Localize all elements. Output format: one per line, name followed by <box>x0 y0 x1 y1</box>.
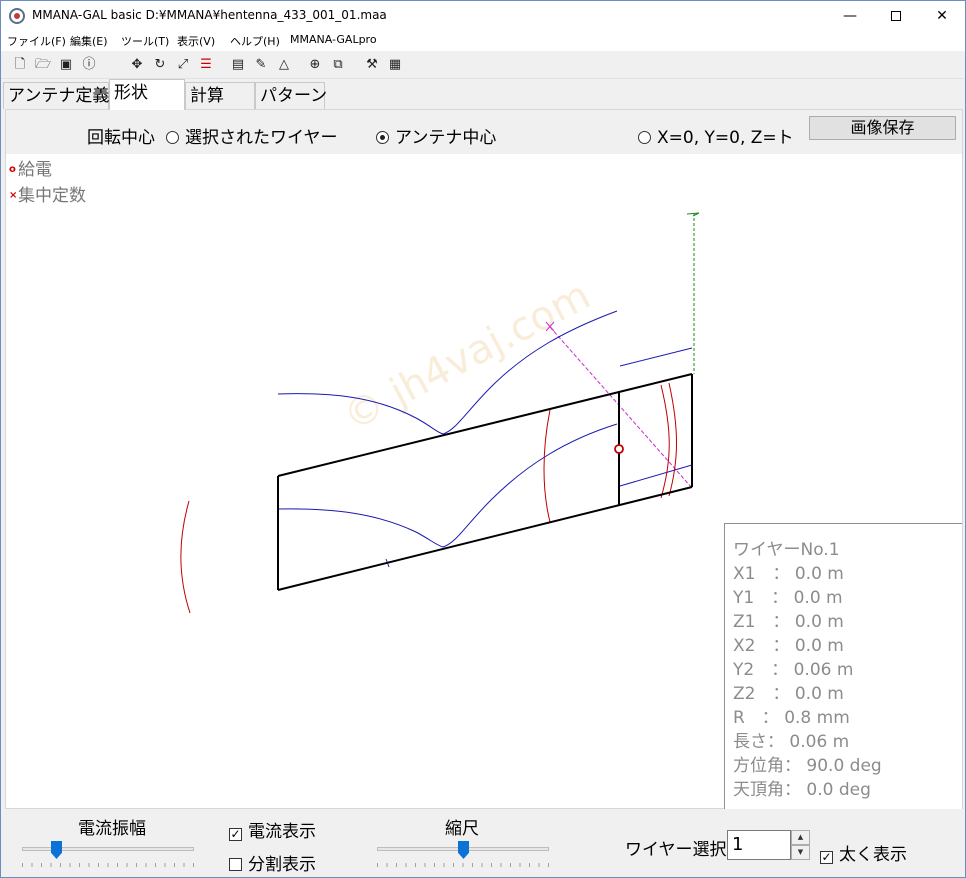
scale-slider[interactable] <box>377 839 549 869</box>
move-icon[interactable]: ✥ <box>128 56 146 74</box>
menu-view[interactable]: 表示(V) <box>177 33 215 49</box>
toolbar: 🗋 🗁 ▣ ⓘ ✥ ↻ ⤢ ☰ ▤ ✎ △ ⊕ ⧉ ⚒ ▦ <box>1 51 965 79</box>
wire-select-label: ワイヤー選択 <box>625 840 727 860</box>
tab-calculation[interactable]: 計算 <box>185 82 255 109</box>
title-bar[interactable]: MMANA-GAL basic D:¥MMANA¥hentenna_433_00… <box>1 1 965 31</box>
wire-select-input[interactable]: 1 <box>727 830 791 860</box>
z-axis-label-icon <box>686 212 700 217</box>
wire-top <box>277 373 693 477</box>
wire-info-azimuth: 方位角： 90.0 deg <box>733 756 882 776</box>
slider-thumb[interactable] <box>458 841 469 859</box>
current-line-upper <box>277 310 618 435</box>
menu-help[interactable]: ヘルプ(H) <box>230 33 280 49</box>
document-icon[interactable]: ▤ <box>229 56 247 74</box>
spin-up-button[interactable]: ▲ <box>791 830 810 845</box>
minimize-button[interactable]: — <box>827 1 873 31</box>
checkbox-checked-icon: ✓ <box>820 850 833 864</box>
maximize-button[interactable] <box>873 1 919 31</box>
copy-icon[interactable]: ⧉ <box>329 56 347 74</box>
show-segments-checkbox[interactable]: 分割表示 <box>229 850 316 875</box>
show-current-checkbox[interactable]: ✓ 電流表示 <box>229 817 316 842</box>
current-amplitude-label: 電流振幅 <box>78 819 146 839</box>
tab-geometry[interactable]: 形状 <box>109 79 185 110</box>
checkbox-checked-icon: ✓ <box>229 827 242 841</box>
scale-label: 縮尺 <box>445 819 479 839</box>
wire-info-x2: X2 ： 0.0 m <box>733 636 844 656</box>
wire-info-box: ワイヤーNo.1 X1 ： 0.0 m Y1 ： 0.0 m Z1 ： 0.0 … <box>724 523 962 809</box>
feed-point-marker-icon <box>614 444 624 454</box>
checkbox-empty-icon <box>229 858 242 871</box>
current-curve-right-a <box>660 384 670 499</box>
wire-info-radius: R ： 0.8 mm <box>733 708 850 728</box>
tab-antenna-definition[interactable]: アンテナ定義 <box>3 82 109 109</box>
rotate-icon[interactable]: ↻ <box>151 56 169 74</box>
info-icon[interactable]: ⓘ <box>80 56 98 74</box>
geometry-panel: 回転中心 選択されたワイヤー アンテナ中心 X=0, Y=0, Z=ト 画像保存… <box>5 109 963 809</box>
wire-info-z1: Z1 ： 0.0 m <box>733 612 844 632</box>
tab-strip: アンテナ定義 形状 計算 パターン <box>1 79 965 110</box>
open-folder-icon[interactable]: 🗁 <box>34 56 52 74</box>
current-curve-left <box>180 500 191 614</box>
app-window: MMANA-GAL basic D:¥MMANA¥hentenna_433_00… <box>0 0 966 878</box>
current-amplitude-slider[interactable] <box>22 839 194 869</box>
wire-info-length: 長さ： 0.06 m <box>733 732 850 752</box>
spin-down-button[interactable]: ▼ <box>791 845 810 860</box>
wire-info-z2: Z2 ： 0.0 m <box>733 684 844 704</box>
bottom-controls: 電流振幅 ✓ 電流表示 分割表示 縮尺 ワイヤー選択 1 ▲ ▼ ✓ 太く表示 <box>5 810 963 876</box>
menu-edit[interactable]: 編集(E) <box>70 33 108 49</box>
wire-info-zenith: 天頂角： 0.0 deg <box>733 780 871 800</box>
selected-wire-axis <box>549 326 693 489</box>
selected-wire-marker-icon <box>545 321 555 332</box>
zoom-icon[interactable]: ⤢ <box>174 56 192 74</box>
wire-split-icon[interactable]: ☰ <box>197 56 215 74</box>
maximize-icon <box>891 11 901 21</box>
menu-mmana-galpro[interactable]: MMANA-GALpro <box>290 33 377 46</box>
pen-icon[interactable]: ✎ <box>252 56 270 74</box>
current-curve-right-b <box>668 382 677 497</box>
app-logo-icon <box>9 8 25 24</box>
current-line-lower <box>277 423 618 548</box>
slider-thumb[interactable] <box>51 841 62 859</box>
bold-display-checkbox[interactable]: ✓ 太く表示 <box>820 840 907 865</box>
wire-info-title: ワイヤーNo.1 <box>733 540 840 560</box>
tools-icon[interactable]: ⚒ <box>363 56 381 74</box>
current-curve-center <box>543 409 551 523</box>
close-button[interactable]: ✕ <box>919 1 965 31</box>
target-icon[interactable]: ⊕ <box>306 56 324 74</box>
wire-info-x1: X1 ： 0.0 m <box>733 564 844 584</box>
menu-bar: ファイル(F) 編集(E) ツール(T) 表示(V) ヘルプ(H) MMANA-… <box>1 31 965 51</box>
new-file-icon[interactable]: 🗋 <box>11 56 29 74</box>
current-line-short-top <box>619 347 693 367</box>
menu-tools[interactable]: ツール(T) <box>121 33 169 49</box>
save-icon[interactable]: ▣ <box>57 56 75 74</box>
window-title: MMANA-GAL basic D:¥MMANA¥hentenna_433_00… <box>32 8 387 22</box>
triangle-icon[interactable]: △ <box>275 56 293 74</box>
wire-info-y2: Y2 ： 0.06 m <box>733 660 854 680</box>
calculator-icon[interactable]: ▦ <box>386 56 404 74</box>
wire-bottom <box>277 486 693 591</box>
wire-info-y1: Y1 ： 0.0 m <box>733 588 843 608</box>
tab-pattern[interactable]: パターン <box>255 82 327 109</box>
antenna-wires <box>277 373 693 591</box>
menu-file[interactable]: ファイル(F) <box>7 33 66 49</box>
